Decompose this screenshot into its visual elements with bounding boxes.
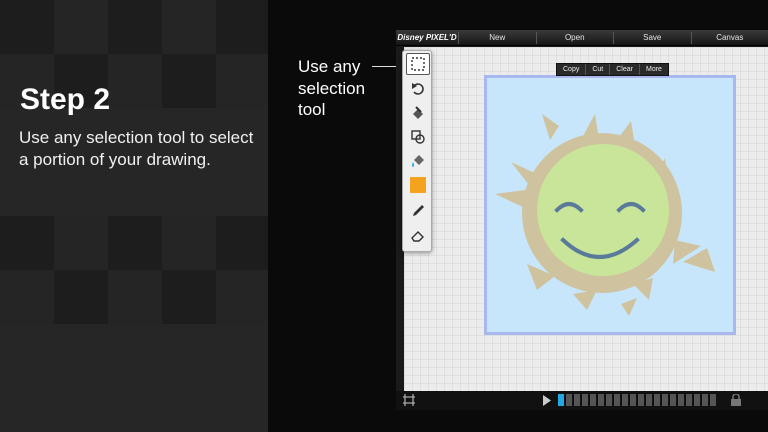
callout-line-3: tool (298, 100, 326, 119)
play-icon[interactable] (542, 395, 552, 406)
timeline-frame[interactable] (630, 394, 636, 406)
stamp-icon (413, 106, 423, 119)
callout-line-1: Use any (298, 57, 361, 76)
more-button[interactable]: More (640, 64, 668, 75)
lock-icon[interactable] (730, 394, 742, 406)
timeline-frame[interactable] (614, 394, 620, 406)
pixeld-app-window: Disney PIXEL'D New Open Save Canvas Copy… (396, 30, 768, 410)
color-swatch-icon (410, 177, 426, 193)
step-title: Step 2 (20, 83, 111, 116)
timeline-frame[interactable] (598, 394, 604, 406)
timeline-frame[interactable] (670, 394, 676, 406)
instruction-panel: Step 2 Use any selection tool to select … (0, 0, 268, 432)
shapes-icon (411, 130, 425, 144)
pencil-tool[interactable] (406, 200, 430, 222)
timeline-frame[interactable] (646, 394, 652, 406)
frame-strip (558, 394, 716, 406)
app-logo: Disney PIXEL'D (397, 33, 457, 42)
timeline-frame[interactable] (654, 394, 660, 406)
callout-line-2: selection (298, 78, 366, 98)
drawing-canvas[interactable]: Copy Cut Clear More (404, 47, 768, 393)
timeline-frame[interactable] (662, 394, 668, 406)
sun-pixel-art (495, 114, 715, 316)
timeline-frame[interactable] (710, 394, 716, 406)
frames-grid-icon[interactable] (402, 393, 416, 407)
cut-button[interactable]: Cut (586, 64, 611, 75)
timeline-frame[interactable] (678, 394, 684, 406)
pencil-icon (413, 205, 424, 216)
selection-action-toolbar: Copy Cut Clear More (556, 63, 669, 76)
eraser-tool[interactable] (406, 224, 430, 246)
paint-bucket-tool[interactable] (406, 150, 430, 172)
sun-face (522, 133, 682, 293)
undo-icon (412, 83, 424, 95)
animation-timeline-bar (396, 391, 768, 410)
menu-new-button[interactable]: New (458, 31, 536, 44)
step-description: Use any selection tool to select a porti… (19, 128, 254, 169)
menu-save-button[interactable]: Save (613, 31, 691, 44)
timeline-frame[interactable] (622, 394, 628, 406)
selection-tool-callout: Use any selection tool (298, 56, 365, 121)
selection-marquee-tool[interactable] (406, 53, 430, 75)
copy-button[interactable]: Copy (557, 64, 587, 75)
clear-button[interactable]: Clear (610, 64, 640, 75)
timeline-frame[interactable] (566, 394, 572, 406)
eraser-icon (411, 231, 424, 242)
timeline-frame[interactable] (686, 394, 692, 406)
menu-open-button[interactable]: Open (535, 31, 614, 44)
color-picker-tool[interactable] (406, 174, 430, 196)
timeline-frame[interactable] (702, 394, 708, 406)
stamp-tool[interactable] (406, 102, 430, 124)
shapes-tool[interactable] (406, 126, 430, 148)
selection-marquee-icon (411, 57, 425, 71)
menu-canvas-button[interactable]: Canvas (690, 31, 768, 44)
timeline-frame[interactable] (606, 394, 612, 406)
pixel-art-frame[interactable] (484, 75, 736, 335)
timeline-frame[interactable] (590, 394, 596, 406)
timeline-frame[interactable] (558, 394, 564, 406)
tool-palette (402, 50, 432, 252)
undo-tool[interactable] (406, 78, 430, 100)
app-menu-bar: Disney PIXEL'D New Open Save Canvas (396, 30, 768, 46)
timeline-frame[interactable] (574, 394, 580, 406)
timeline-frame[interactable] (582, 394, 588, 406)
paint-bucket-icon (412, 155, 424, 167)
timeline-frame[interactable] (638, 394, 644, 406)
timeline-frame[interactable] (694, 394, 700, 406)
